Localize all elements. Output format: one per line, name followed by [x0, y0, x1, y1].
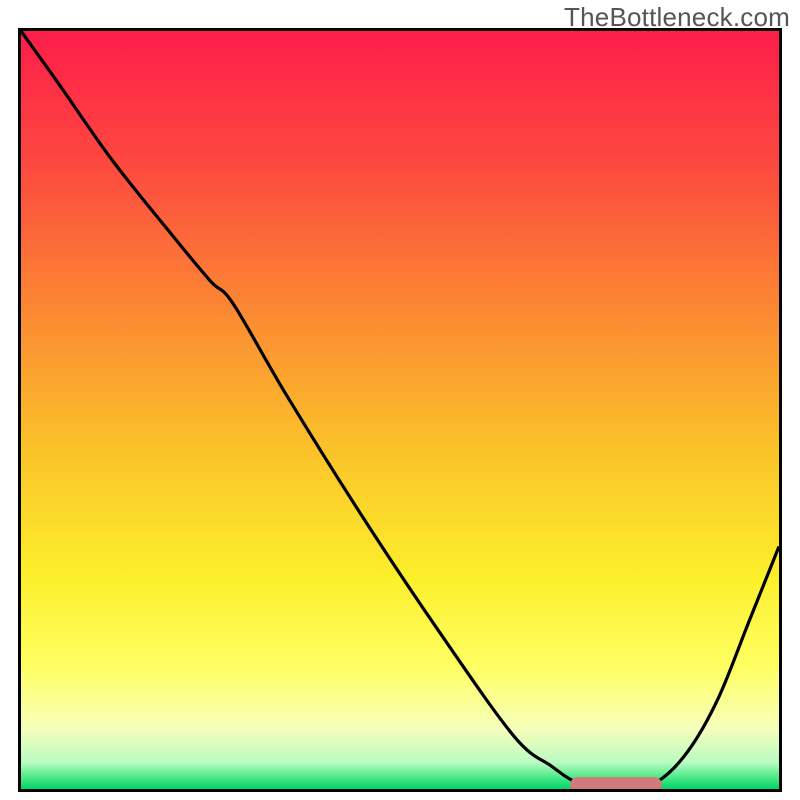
plot-frame — [18, 28, 782, 792]
chart-container: TheBottleneck.com — [0, 0, 800, 800]
bottleneck-curve — [21, 31, 779, 789]
curve-layer — [21, 31, 779, 789]
optimal-range-marker — [570, 777, 661, 792]
